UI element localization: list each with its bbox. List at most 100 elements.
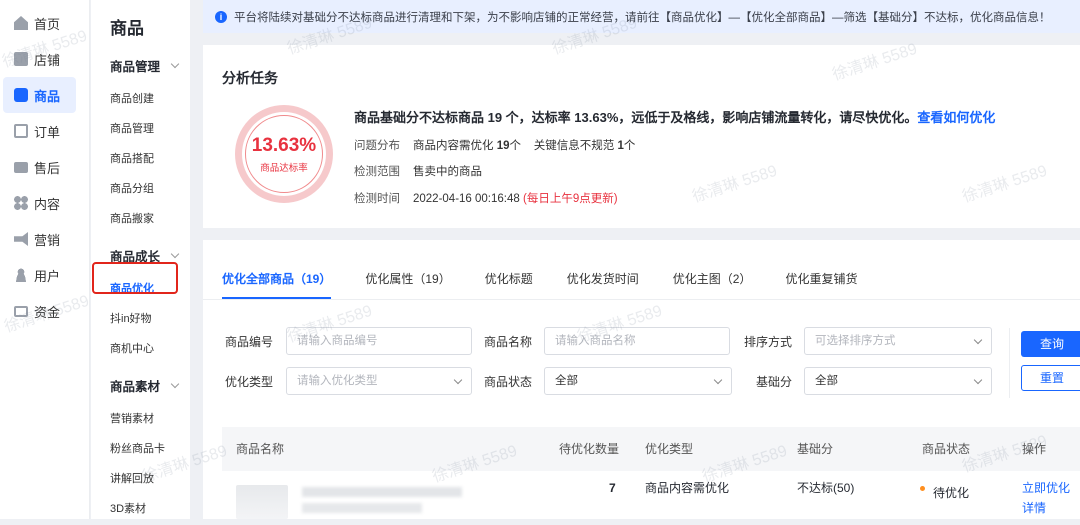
info-icon: i	[215, 10, 227, 23]
card-title: 分析任务	[222, 70, 278, 86]
sort-select[interactable]: 可选择排序方式	[804, 327, 992, 355]
query-button[interactable]: 查询	[1021, 331, 1080, 357]
chevron-down-icon	[453, 375, 463, 385]
nav-goods[interactable]: 商品	[3, 77, 76, 113]
nav-content[interactable]: 内容	[3, 185, 76, 221]
nav-label: 用户	[34, 268, 61, 284]
tab-attribute[interactable]: 优化属性（19）	[365, 270, 450, 299]
product-list-card: 优化全部商品（19） 优化属性（19） 优化标题 优化发货时间 优化主图（2） …	[203, 240, 1080, 519]
primary-sidebar: 首页 店铺 商品 订单 售后 内容 营销 用户 资金	[0, 0, 90, 519]
sidebar-item-marketing-material[interactable]: 营销素材	[91, 404, 190, 434]
summary-text: 商品基础分不达标商品 19 个，达标率 13.63%，远低于及格线，影响店铺流量…	[354, 110, 918, 125]
content-icon	[14, 196, 28, 210]
type-placeholder: 请输入优化类型	[297, 375, 378, 387]
sidebar-item-douin[interactable]: 抖in好物	[91, 304, 190, 334]
code-label: 商品编号	[225, 335, 274, 349]
time-value: 2022-04-16 00:16:48	[413, 193, 520, 205]
type-label: 优化类型	[225, 375, 274, 389]
nav-after-sale[interactable]: 售后	[3, 149, 76, 185]
nav-order[interactable]: 订单	[3, 113, 76, 149]
sort-placeholder: 可选择排序方式	[815, 335, 896, 347]
group-label: 商品成长	[110, 249, 161, 264]
sidebar-item-manage[interactable]: 商品管理	[91, 114, 190, 144]
notice-banner: i 平台将陆续对基础分不达标商品进行清理和下架，为不影响店铺的正常经营，请前往【商…	[203, 0, 1080, 33]
order-icon	[14, 124, 28, 138]
tab-divider	[203, 299, 1080, 300]
filter-divider	[1009, 328, 1010, 398]
sidebar-item-move[interactable]: 商品搬家	[91, 204, 190, 234]
table-header: 商品名称 待优化数量 优化类型 基础分 商品状态 操作	[222, 427, 1080, 471]
nav-label: 内容	[34, 196, 61, 212]
row-key: 问题分布	[354, 140, 400, 152]
tab-all[interactable]: 优化全部商品（19）	[222, 270, 332, 299]
sidebar-item-group[interactable]: 商品分组	[91, 174, 190, 204]
product-status: 待优化	[920, 471, 969, 505]
code-input[interactable]: 请输入商品编号	[286, 327, 472, 355]
nav-label: 售后	[34, 160, 61, 176]
optimize-type: 商品内容需优化	[645, 481, 730, 495]
group-goods-management[interactable]: 商品管理	[91, 46, 190, 84]
status-text: 待优化	[933, 486, 970, 500]
detail-link[interactable]: 详情	[1022, 491, 1046, 525]
section-title: 商品	[110, 19, 144, 38]
tab-ship-time[interactable]: 优化发货时间	[567, 270, 639, 299]
status-value: 全部	[555, 375, 578, 387]
unit: 个	[623, 140, 636, 152]
chevron-down-icon	[170, 249, 180, 258]
chevron-down-icon	[170, 59, 180, 68]
rate-label: 商品达标率	[260, 162, 308, 174]
sidebar-item-replay[interactable]: 讲解回放	[91, 464, 190, 494]
product-subtitle-blurred	[302, 503, 422, 513]
nav-fund[interactable]: 资金	[3, 293, 76, 329]
sidebar-item-opportunity[interactable]: 商机中心	[91, 334, 190, 364]
chevron-down-icon	[713, 375, 723, 385]
distribution-row: 问题分布 商品内容需优化 19个 关键信息不规范 1个	[354, 137, 635, 153]
reset-button[interactable]: 重置	[1021, 365, 1080, 391]
score-value: 全部	[815, 375, 838, 387]
update-note: (每日上午9点更新)	[523, 193, 618, 205]
group-label: 商品素材	[110, 379, 161, 394]
name-input[interactable]: 请输入商品名称	[544, 327, 730, 355]
dist-a-label: 商品内容需优化	[413, 140, 494, 152]
score-select[interactable]: 全部	[804, 367, 992, 395]
group-goods-material[interactable]: 商品素材	[91, 366, 190, 404]
sidebar-item-optimize[interactable]: 商品优化	[91, 274, 190, 304]
tab-duplicate[interactable]: 优化重复铺货	[785, 270, 857, 299]
col-score: 基础分	[797, 442, 834, 456]
scope-value: 售卖中的商品	[413, 166, 482, 178]
sort-label: 排序方式	[744, 335, 793, 349]
nav-marketing[interactable]: 营销	[3, 221, 76, 257]
chevron-down-icon	[973, 375, 983, 385]
product-title-blurred	[302, 487, 462, 497]
sidebar-item-fan-card[interactable]: 粉丝商品卡	[91, 434, 190, 464]
scope-row: 检测范围 售卖中的商品	[354, 163, 482, 179]
type-select[interactable]: 请输入优化类型	[286, 367, 472, 395]
nav-label: 首页	[34, 16, 61, 32]
notice-text: 平台将陆续对基础分不达标商品进行清理和下架，为不影响店铺的正常经营，请前往【商品…	[234, 11, 1051, 24]
dist-a-count: 19	[496, 140, 510, 152]
rate-ring: 13.63% 商品达标率	[235, 105, 333, 203]
goods-icon	[14, 88, 28, 102]
tab-main-image[interactable]: 优化主图（2）	[673, 270, 752, 299]
status-dot	[920, 486, 925, 492]
nav-user[interactable]: 用户	[3, 257, 76, 293]
col-name: 商品名称	[236, 442, 285, 456]
nav-home[interactable]: 首页	[3, 5, 76, 41]
status-select[interactable]: 全部	[544, 367, 732, 395]
fund-icon	[14, 305, 28, 317]
row-key: 检测范围	[354, 166, 400, 178]
row-key: 检测时间	[354, 193, 400, 205]
chevron-down-icon	[170, 379, 180, 388]
nav-shop[interactable]: 店铺	[3, 41, 76, 77]
sidebar-item-create[interactable]: 商品创建	[91, 84, 190, 114]
tab-title[interactable]: 优化标题	[485, 270, 533, 299]
sidebar-item-3d[interactable]: 3D素材	[91, 494, 190, 524]
shop-icon	[14, 52, 28, 66]
col-status: 商品状态	[922, 442, 971, 456]
tab-bar: 优化全部商品（19） 优化属性（19） 优化标题 优化发货时间 优化主图（2） …	[222, 270, 891, 299]
rate-value: 13.63%	[251, 134, 317, 156]
group-goods-growth[interactable]: 商品成长	[91, 236, 190, 274]
sidebar-item-match[interactable]: 商品搭配	[91, 144, 190, 174]
nav-label: 营销	[34, 232, 61, 248]
how-to-optimize-link[interactable]: 查看如何优化	[917, 110, 995, 125]
